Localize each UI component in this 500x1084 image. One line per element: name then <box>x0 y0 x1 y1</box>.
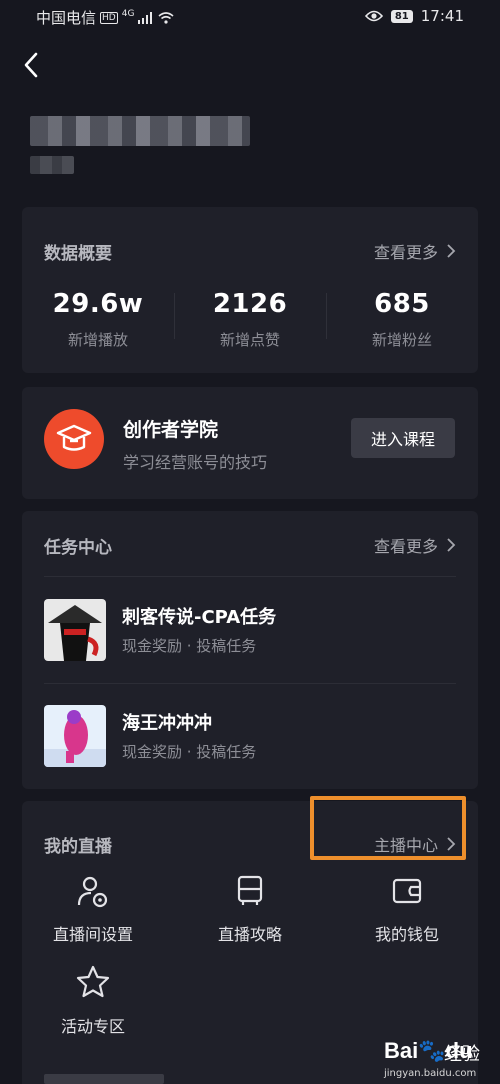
chevron-right-icon <box>447 538 456 552</box>
overview-title: 数据概要 <box>44 244 112 264</box>
account-subtitle-blurred <box>30 156 74 174</box>
live-item-label: 活动专区 <box>60 1017 125 1036</box>
live-room-settings[interactable]: 直播间设置 <box>22 873 164 945</box>
task-desc: 现金奖励 · 投稿任务 <box>122 743 257 761</box>
stat-value: 29.6w <box>52 289 144 319</box>
live-item-label: 直播间设置 <box>52 925 133 944</box>
stat-label: 新增粉丝 <box>371 331 432 349</box>
highlight-box <box>310 796 466 860</box>
stat-fans[interactable]: 685 新增粉丝 <box>326 289 478 350</box>
task-center-card: 任务中心 查看更多 刺客传说-CPA任务 现金奖励 · 投稿任务 海王冲冲冲 现… <box>22 511 478 789</box>
graduation-cap-icon <box>44 409 104 469</box>
network-label: 4G <box>121 8 135 19</box>
user-gear-icon <box>77 876 108 908</box>
task-name: 海王冲冲冲 <box>122 713 212 734</box>
status-right: 81 17:41 <box>364 7 464 25</box>
stat-plays[interactable]: 29.6w 新增播放 <box>22 289 174 350</box>
task-more-link[interactable]: 查看更多 <box>374 533 456 557</box>
chevron-right-icon <box>447 244 456 258</box>
bus-icon <box>237 875 263 905</box>
wallet-icon <box>392 878 422 904</box>
eye-icon <box>364 10 383 22</box>
baidu-jingyan-watermark: Bai🐾du 经验 jingyan.baidu.com <box>378 1030 498 1084</box>
status-left: 中国电信 HD 4G <box>36 7 174 28</box>
status-bar: 中国电信 HD 4G 81 17:41 <box>0 0 500 34</box>
task-center-title: 任务中心 <box>44 538 112 558</box>
star-icon <box>76 965 110 998</box>
creator-academy-card[interactable]: 创作者学院 学习经营账号的技巧 进入课程 <box>22 387 478 499</box>
overview-more-link[interactable]: 查看更多 <box>374 239 456 263</box>
my-wallet[interactable]: 我的钱包 <box>336 873 478 945</box>
live-title: 我的直播 <box>44 837 112 857</box>
enter-course-button[interactable]: 进入课程 <box>351 418 455 458</box>
signal-icon <box>138 11 153 24</box>
live-item-label: 直播攻略 <box>217 925 282 944</box>
data-overview-card: 数据概要 查看更多 29.6w 新增播放 2126 新增点赞 685 新增粉丝 <box>22 207 478 373</box>
chevron-left-icon <box>24 52 38 78</box>
stat-label: 新增点赞 <box>219 331 280 349</box>
stat-value: 685 <box>374 289 430 319</box>
wifi-icon <box>158 11 174 24</box>
overview-more-label: 查看更多 <box>373 243 438 262</box>
hd-badge: HD <box>100 11 118 24</box>
stat-value: 2126 <box>212 289 288 319</box>
game-thumbnail-assassin <box>44 599 106 661</box>
task-item[interactable]: 刺客传说-CPA任务 现金奖励 · 投稿任务 <box>44 589 456 669</box>
activity-zone[interactable]: 活动专区 <box>22 963 164 1037</box>
task-item[interactable]: 海王冲冲冲 现金奖励 · 投稿任务 <box>44 695 456 775</box>
academy-subtitle: 学习经营账号的技巧 <box>123 453 268 472</box>
task-name: 刺客传说-CPA任务 <box>122 607 277 628</box>
account-name-blurred <box>30 116 250 146</box>
battery-indicator: 81 <box>390 9 413 23</box>
academy-title: 创作者学院 <box>123 419 219 441</box>
stat-label: 新增播放 <box>67 331 128 349</box>
watermark-url: jingyan.baidu.com <box>384 1068 477 1079</box>
task-desc: 现金奖励 · 投稿任务 <box>122 637 257 655</box>
carrier-label: 中国电信 <box>36 9 97 27</box>
paw-icon: 🐾 <box>418 1038 446 1063</box>
stat-likes[interactable]: 2126 新增点赞 <box>174 289 326 350</box>
live-item-label: 我的钱包 <box>374 925 439 944</box>
divider <box>44 576 456 577</box>
clock: 17:41 <box>420 7 464 25</box>
game-thumbnail-ocean <box>44 705 106 767</box>
task-more-label: 查看更多 <box>373 537 438 556</box>
back-button[interactable] <box>18 48 48 82</box>
live-guide[interactable]: 直播攻略 <box>179 873 321 945</box>
next-section-title <box>44 1074 164 1084</box>
watermark-text: 经验 <box>444 1044 480 1065</box>
divider <box>44 683 456 684</box>
